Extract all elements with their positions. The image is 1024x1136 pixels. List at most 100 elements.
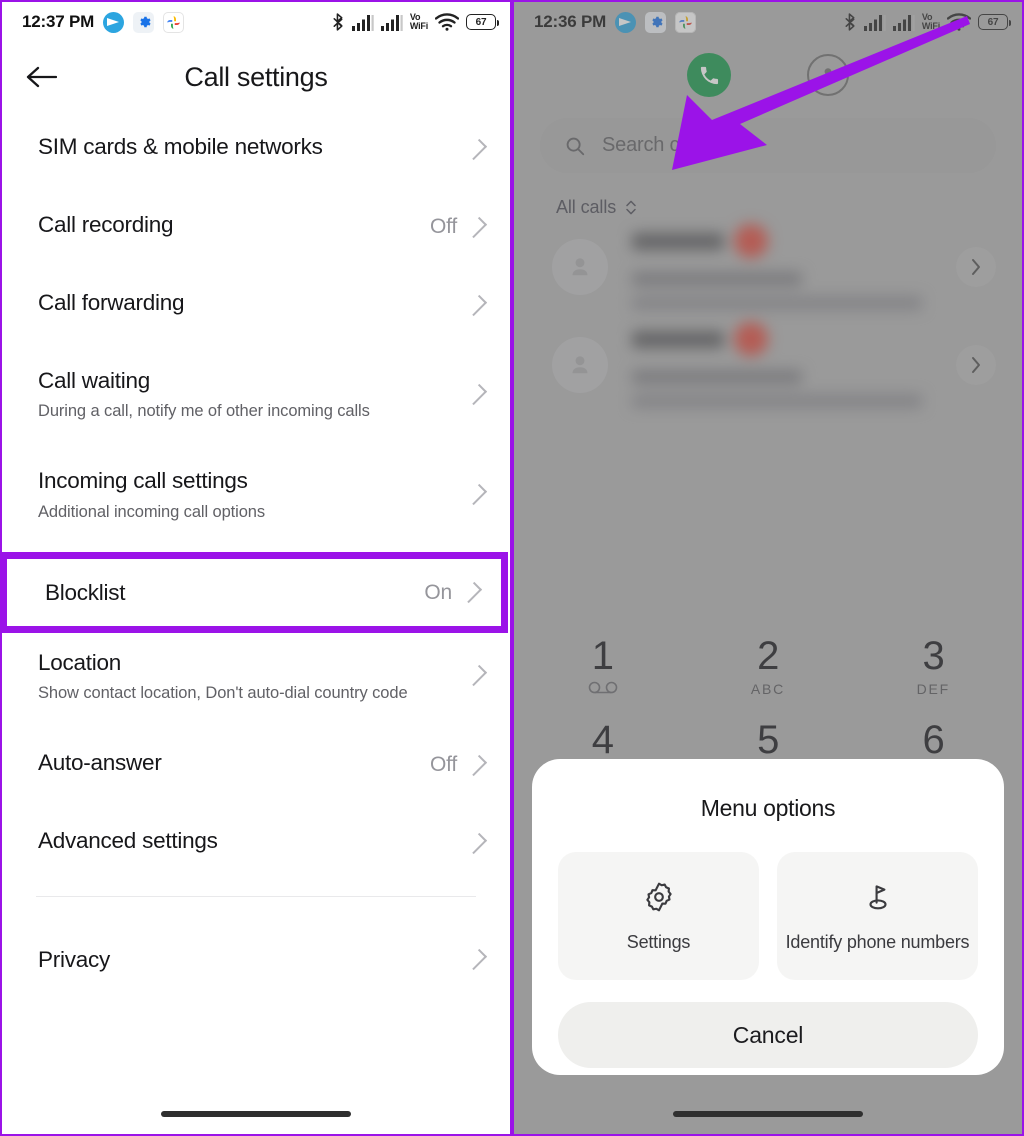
telegram-icon [615,11,637,33]
contacts-tab[interactable] [807,54,849,96]
menu-card-identify-phone-numbers[interactable]: Identify phone numbers [777,852,978,980]
menu-options-title: Menu options [700,795,836,821]
phone-tab[interactable] [687,53,731,97]
dialpad-key-number: 6 [922,718,945,763]
dialpad-key-2[interactable]: 2 ABC [685,625,850,697]
flag-pin-icon [868,884,887,909]
settings-row-location[interactable]: Location Show contact location, Don't au… [0,626,512,726]
settings-row-auto-answer[interactable]: Auto-answer Off [0,726,512,804]
phone-handset-icon [700,66,718,84]
right-status-bar: 12:36 PM Vo WiFi 67 [512,0,1024,44]
dialpad-grid: 1 2 ABC 3 DEF 4 5 6 [520,603,1016,762]
menu-card-label: Identify phone numbers [785,931,970,952]
vowifi-icon: Vo WiFi [410,13,428,31]
settings-row-text: Location Show contact location, Don't au… [38,648,471,704]
dialpad-key-number: 1 [591,634,614,678]
status-bar-clock: 12:37 PM [22,12,95,31]
left-phone-panel: 12:37 PM Vo WiFi 67 Call settings SIM ca… [0,0,512,1136]
gear-icon [645,882,672,911]
search-contacts-bar[interactable]: Search contacts [540,118,996,173]
redacted-call-meta [632,272,802,286]
settings-row-text: SIM cards & mobile networks [38,132,471,161]
settings-row-call-forwarding[interactable]: Call forwarding [0,266,512,344]
chevron-right-icon [465,138,488,160]
redacted-contact-name [632,232,724,250]
person-icon [821,68,835,82]
dialpad-key-1[interactable]: 1 [520,625,685,697]
settings-row-call-waiting[interactable]: Call waiting During a call, notify me of… [0,344,512,444]
settings-row-text: Privacy [38,945,471,974]
signal-sim1-icon [351,14,374,31]
back-arrow-icon[interactable] [20,56,62,98]
dialpad-key-number: 5 [757,718,779,763]
dialpad-key-number: 2 [757,634,779,678]
call-log-row-redacted-content [632,322,956,408]
missed-call-badge [734,224,768,258]
search-icon [566,137,585,155]
signal-sim2-icon [892,14,915,31]
settings-row-title: Call forwarding [38,290,185,315]
dialpad-key-4[interactable]: 4 [520,697,685,762]
signal-sim1-icon [863,14,886,31]
redacted-call-detail [632,296,922,310]
settings-row-title: Privacy [38,947,111,973]
screenshot-root: 12:37 PM Vo WiFi 67 Call settings SIM ca… [0,0,1024,1136]
wifi-icon [947,13,971,31]
chevron-right-icon [971,259,980,275]
settings-row-title: Auto-answer [38,750,162,776]
settings-row-text: Blocklist [45,578,424,607]
settings-row-title: Advanced settings [38,828,218,854]
settings-row-value: On [424,580,452,604]
settings-row-title: Blocklist [45,579,126,605]
call-log-row[interactable] [512,218,1024,316]
dialpad-key-3[interactable]: 3 DEF [851,625,1016,697]
call-filter-dropdown[interactable]: All calls [556,197,1024,218]
signal-sim2-icon [380,14,403,31]
status-bar-clock: 12:36 PM [534,12,607,31]
dialpad-key-6[interactable]: 6 [851,697,1016,762]
section-divider [36,896,476,898]
dialpad-key-5[interactable]: 5 [685,697,850,762]
battery-level-label: 67 [475,16,487,28]
google-photos-icon [163,11,185,33]
settings-row-privacy[interactable]: Privacy [0,911,512,996]
call-log-row[interactable] [512,316,1024,414]
settings-row-blocklist-highlighted[interactable]: Blocklist On [0,552,508,633]
call-details-button[interactable] [956,345,996,385]
menu-card-settings[interactable]: Settings [558,852,759,980]
settings-row-text: Advanced settings [38,826,471,855]
settings-row-text: Incoming call settings Additional incomi… [38,466,471,522]
chevron-right-icon [971,357,980,373]
settings-row-advanced-settings[interactable]: Advanced settings [0,804,512,882]
call-log-row-redacted-content [632,224,956,310]
home-gesture-pill[interactable] [673,1111,863,1117]
cancel-button[interactable]: Cancel [558,1002,978,1068]
settings-row-sim-cards[interactable]: SIM cards & mobile networks [0,110,512,188]
settings-row-subtitle: During a call, notify me of other incomi… [38,402,370,421]
chevron-right-icon [460,581,483,604]
settings-row-subtitle: Show contact location, Don't auto-dial c… [38,683,408,702]
call-details-button[interactable] [956,247,996,287]
menu-options-cards: Settings Identify phone numbers [558,852,978,980]
home-gesture-pill[interactable] [161,1111,351,1117]
settings-row-incoming-call-settings[interactable]: Incoming call settings Additional incomi… [0,444,512,544]
chevron-right-icon [465,294,488,316]
bluetooth-icon [333,12,343,31]
search-input-placeholder: Search contacts [602,134,743,156]
settings-row-title: Location [38,649,122,675]
right-panel-content: 12:36 PM Vo WiFi 67 Search contacts All … [512,0,1024,414]
page-title: Call settings [184,61,328,92]
settings-row-call-recording[interactable]: Call recording Off [0,188,512,266]
dialpad-key-letters: ABC [750,681,786,698]
settings-row-title: Call waiting [38,368,151,393]
avatar [552,239,608,295]
settings-row-text: Call waiting During a call, notify me of… [38,366,471,422]
call-filter-label: All calls [556,197,617,217]
redacted-call-detail [632,394,922,408]
person-icon [572,356,588,374]
left-status-bar: 12:37 PM Vo WiFi 67 [0,0,512,44]
settings-row-text: Call forwarding [38,288,471,317]
vowifi-icon: Vo WiFi [922,13,940,31]
settings-row-text: Auto-answer [38,748,430,777]
missed-call-badge [734,322,768,356]
